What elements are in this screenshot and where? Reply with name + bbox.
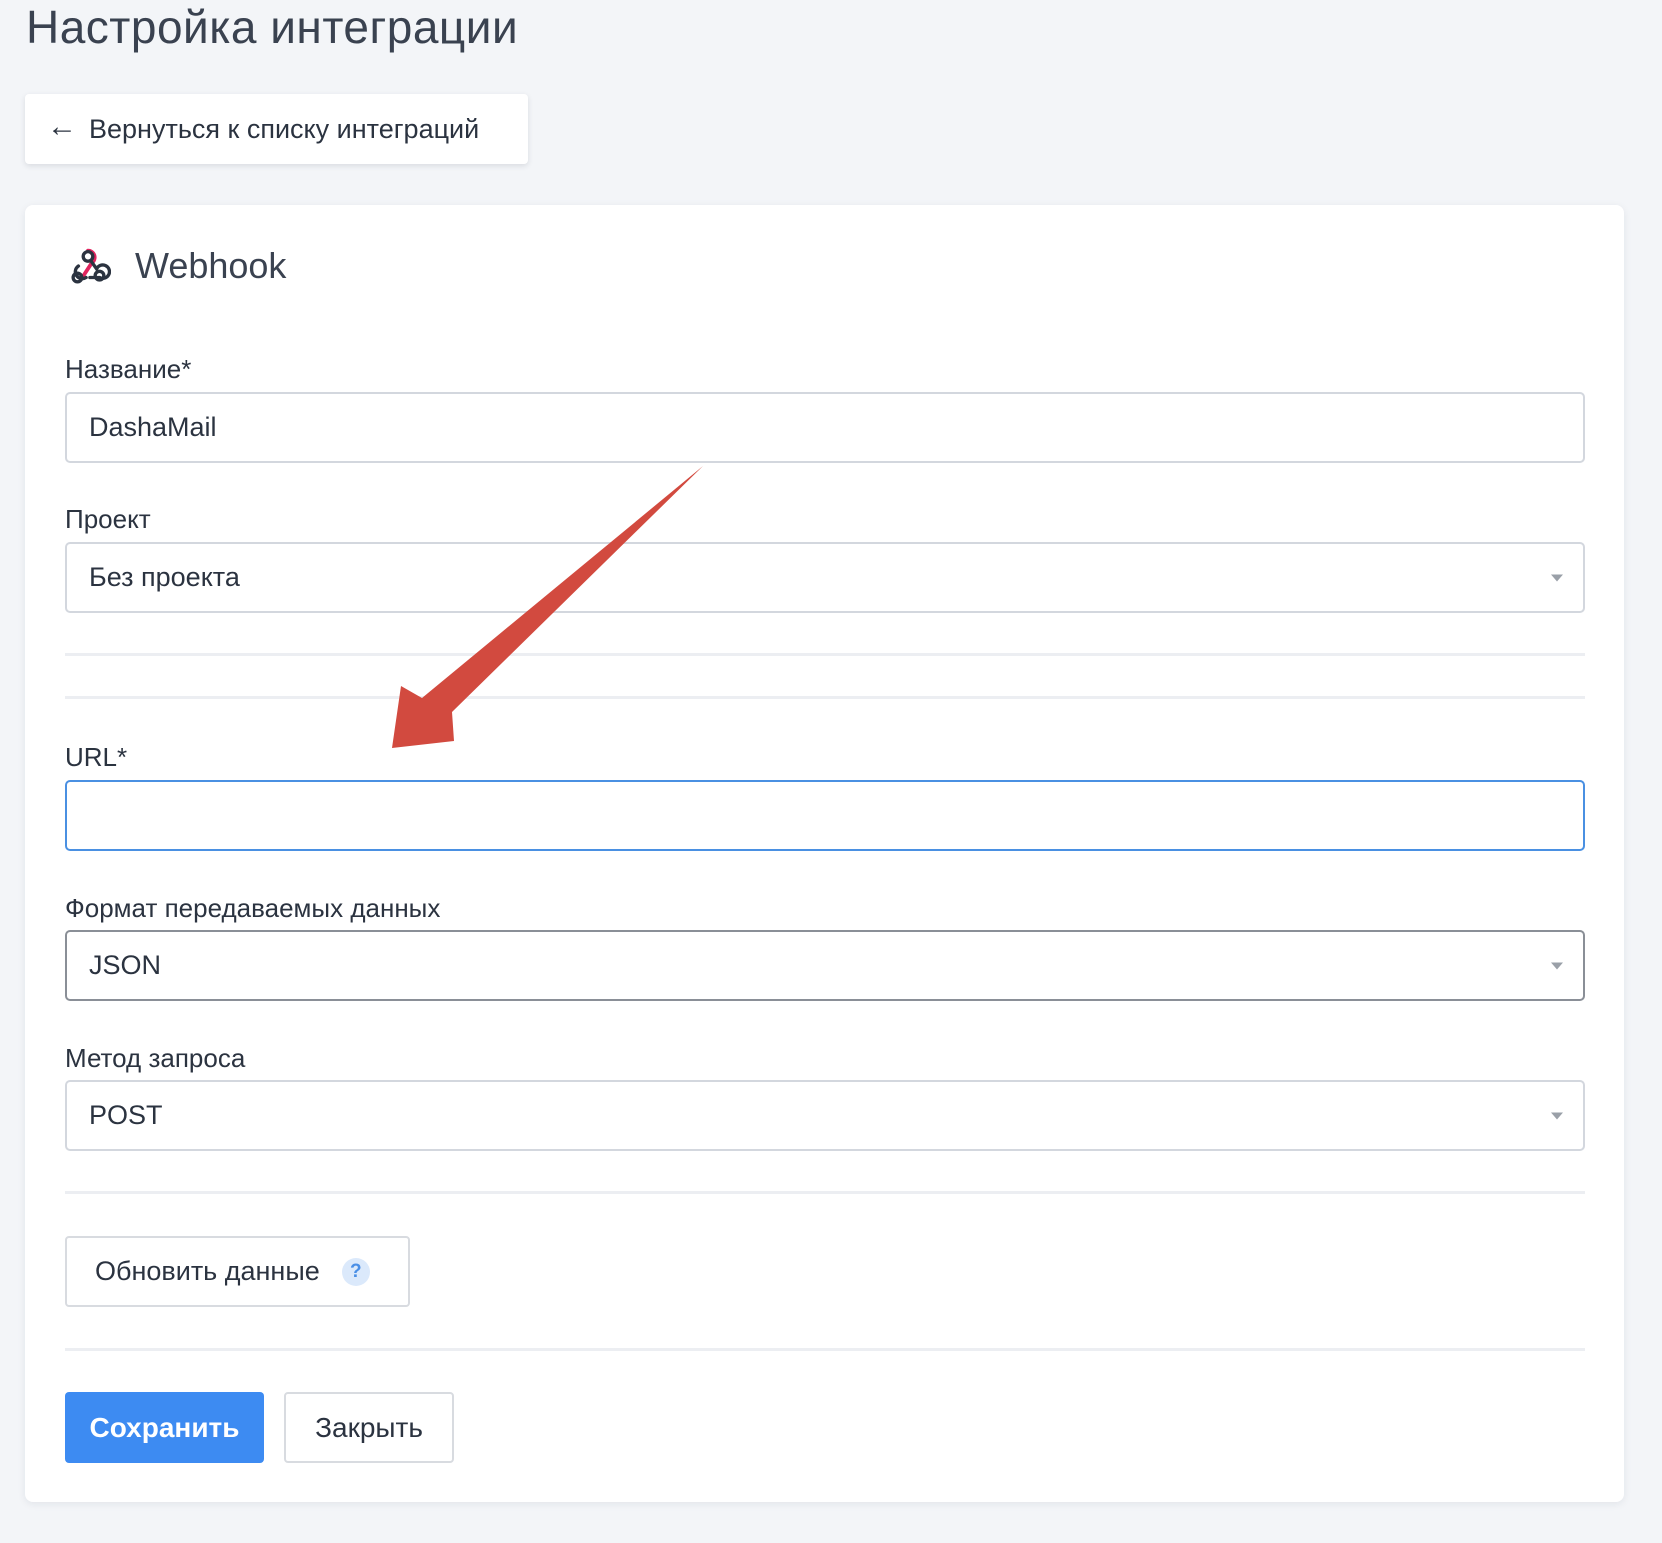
close-button[interactable]: Закрыть [284, 1392, 454, 1463]
format-select-value: JSON [89, 950, 162, 980]
name-input-value: DashaMail [89, 412, 217, 442]
method-label: Метод запроса [65, 1043, 246, 1073]
integration-settings-page: Настройка интеграции ← Вернуться к списк… [0, 0, 1662, 1543]
help-icon[interactable]: ? [341, 1257, 370, 1286]
url-label: URL* [65, 742, 128, 772]
format-select[interactable]: JSON [65, 930, 1585, 1001]
format-label: Формат передаваемых данных [65, 893, 441, 923]
page-title: Настройка интеграции [26, 1, 519, 53]
integration-card: Webhook Название* DashaMail Проект Без п… [25, 205, 1624, 1502]
method-select-value: POST [89, 1100, 163, 1130]
chevron-down-icon [1551, 574, 1563, 581]
webhook-icon [71, 248, 111, 284]
chevron-down-icon [1551, 1112, 1563, 1119]
save-button[interactable]: Сохранить [65, 1392, 264, 1463]
divider [65, 696, 1585, 699]
project-select[interactable]: Без проекта [65, 542, 1585, 613]
project-select-value: Без проекта [89, 562, 240, 592]
refresh-data-button[interactable]: Обновить данные ? [65, 1236, 410, 1307]
divider [65, 1191, 1585, 1194]
url-input[interactable] [65, 780, 1585, 851]
name-label: Название* [65, 354, 192, 384]
refresh-button-label: Обновить данные [95, 1256, 320, 1286]
card-title: Webhook [135, 245, 287, 286]
divider [65, 1348, 1585, 1351]
project-label: Проект [65, 504, 151, 534]
back-to-integrations-button[interactable]: ← Вернуться к списку интеграций [25, 94, 528, 164]
arrow-left-icon: ← [47, 110, 77, 143]
method-select[interactable]: POST [65, 1080, 1585, 1151]
card-header: Webhook [65, 243, 286, 289]
name-input[interactable]: DashaMail [65, 392, 1585, 463]
divider [65, 653, 1585, 656]
back-button-label: Вернуться к списку интеграций [89, 113, 480, 144]
chevron-down-icon [1551, 962, 1563, 969]
